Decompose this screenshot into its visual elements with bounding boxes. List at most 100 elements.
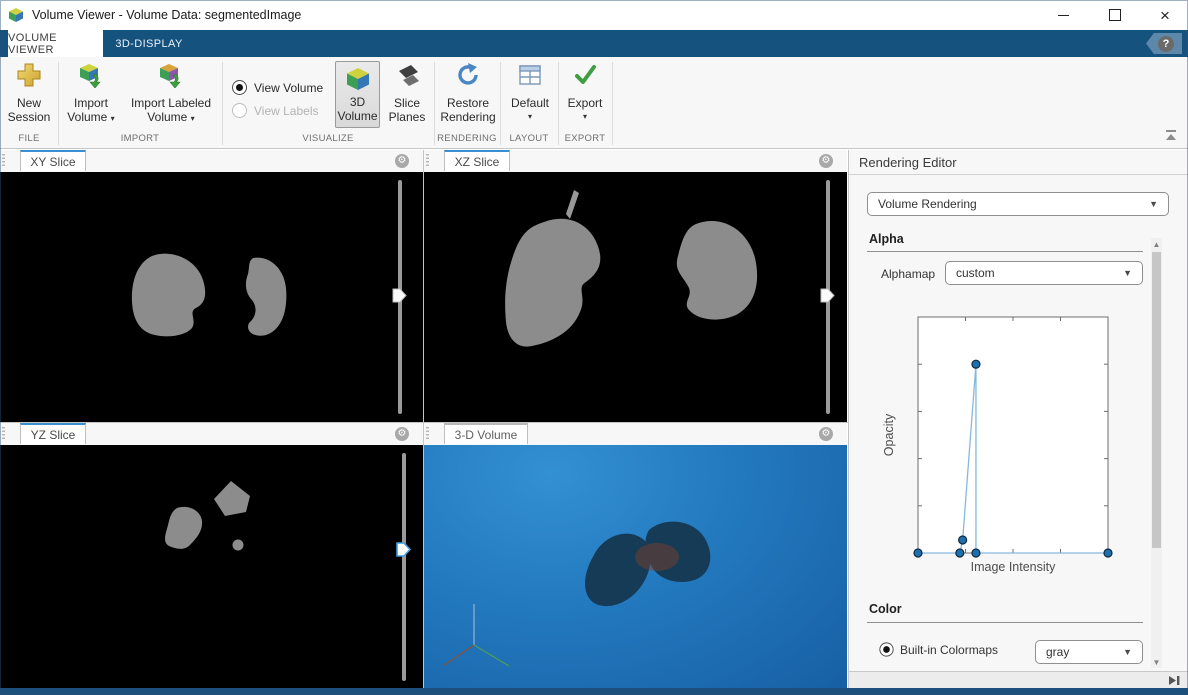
xz-settings-gear-button[interactable]: ⚙	[819, 154, 833, 168]
builtin-colormaps-radio[interactable]: Built-in Colormaps	[879, 642, 998, 657]
xy-slice-tab[interactable]: XY Slice	[20, 150, 86, 171]
restore-rendering-button[interactable]: Restore Rendering	[436, 60, 500, 128]
vol3d-tab[interactable]: 3-D Volume	[444, 423, 528, 444]
import-volume-button[interactable]: Import Volume ▾	[60, 60, 122, 128]
rendering-mode-dropdown[interactable]: Volume Rendering ▼	[867, 192, 1169, 216]
tab-volume-viewer[interactable]: VOLUME VIEWER	[8, 30, 103, 57]
colormap-dropdown[interactable]: gray ▼	[1035, 640, 1143, 664]
gear-icon: ⚙	[398, 429, 407, 439]
xz-slice-tab[interactable]: XZ Slice	[444, 150, 510, 171]
panel-grip[interactable]	[2, 427, 5, 441]
volume-3d-button[interactable]: 3D Volume	[335, 61, 380, 128]
yz-panel-header: YZ Slice ⚙	[0, 423, 423, 446]
minimize-button[interactable]	[1040, 0, 1086, 30]
view-volume-radio[interactable]: View Volume	[232, 80, 323, 95]
yz-settings-gear-button[interactable]: ⚙	[395, 427, 409, 441]
alphamap-dropdown[interactable]: custom ▼	[945, 261, 1143, 285]
slice-planes-button[interactable]: Slice Planes	[382, 60, 432, 128]
collapse-panel-button[interactable]	[1169, 676, 1181, 685]
divider	[849, 174, 1188, 175]
xz-panel-header: XZ Slice ⚙	[424, 150, 847, 173]
vertical-splitter[interactable]	[423, 150, 424, 688]
radio-on-icon	[232, 80, 247, 95]
new-session-button[interactable]: New Session	[6, 60, 52, 128]
vol3d-view[interactable]	[424, 445, 847, 688]
xy-slice-image	[0, 172, 423, 422]
section-rendering: RENDERING	[434, 132, 500, 145]
scrollbar-thumb[interactable]	[1152, 252, 1161, 548]
yz-slice-tab[interactable]: YZ Slice	[20, 423, 86, 444]
alphamap-label: Alphamap	[881, 267, 935, 281]
new-session-plus-icon	[16, 62, 42, 88]
vol3d-settings-gear-button[interactable]: ⚙	[819, 427, 833, 441]
ribbon-tab-strip: VOLUME VIEWER 3D-DISPLAY	[0, 30, 1188, 57]
slice-planes-icon	[395, 63, 421, 89]
xy-panel-header: XY Slice ⚙	[0, 150, 423, 173]
export-check-icon	[573, 63, 597, 87]
panel-grip[interactable]	[2, 154, 5, 168]
vol3d-panel-header: 3-D Volume ⚙	[424, 423, 847, 446]
minimize-icon	[1058, 15, 1069, 16]
default-layout-icon	[518, 63, 542, 87]
section-export: EXPORT	[558, 132, 612, 145]
import-volume-icon	[78, 62, 104, 88]
xy-slice-slider-handle[interactable]	[392, 288, 407, 303]
yz-slice-image	[0, 445, 423, 688]
chevron-down-icon: ▼	[1123, 268, 1132, 278]
chevron-down-icon: ▼	[1123, 647, 1132, 657]
panel-grip[interactable]	[426, 427, 429, 441]
xz-slice-image	[424, 172, 847, 422]
horizontal-splitter[interactable]	[0, 422, 848, 423]
editor-bottom-bar	[849, 671, 1188, 689]
section-layout: LAYOUT	[500, 132, 558, 145]
section-import: IMPORT	[58, 132, 222, 145]
window-bottom-edge	[0, 688, 1188, 695]
close-button[interactable]: ×	[1142, 0, 1188, 30]
xy-settings-gear-button[interactable]: ⚙	[395, 154, 409, 168]
vol3d-rendering-image	[424, 445, 847, 688]
radio-off-icon	[232, 103, 247, 118]
yz-slice-view[interactable]	[0, 445, 423, 688]
dropdown-arrow: ▾	[191, 114, 195, 123]
svg-text:Image Intensity: Image Intensity	[971, 560, 1057, 574]
export-button[interactable]: Export ▾	[560, 60, 610, 128]
svg-text:Opacity: Opacity	[882, 413, 896, 456]
dropdown-arrow: ▾	[504, 112, 556, 121]
dropdown-arrow: ▾	[560, 112, 610, 121]
scroll-down-icon[interactable]: ▼	[1151, 656, 1162, 668]
xz-slice-slider-handle[interactable]	[820, 288, 835, 303]
rendering-editor-title: Rendering Editor	[859, 155, 957, 170]
window-title: Volume Viewer - Volume Data: segmentedIm…	[32, 8, 301, 22]
alphamap-chart[interactable]: Image Intensity Opacity	[879, 312, 1129, 574]
chevron-down-icon: ▼	[1149, 199, 1158, 209]
title-bar: Volume Viewer - Volume Data: segmentedIm…	[0, 0, 1188, 30]
xz-slice-view[interactable]	[424, 172, 847, 422]
rendering-editor-panel: Rendering Editor Volume Rendering ▼ Alph…	[848, 150, 1188, 688]
toolbar-separator	[612, 62, 613, 145]
import-labeled-volume-icon	[158, 62, 184, 88]
yz-slice-slider-handle[interactable]	[396, 542, 411, 557]
gear-icon: ⚙	[822, 429, 831, 439]
collapse-toolstrip-button[interactable]	[1164, 129, 1178, 143]
section-visualize: VISUALIZE	[222, 132, 434, 145]
view-labels-radio[interactable]: View Labels	[232, 103, 319, 118]
axes-orientation-indicator	[443, 604, 509, 666]
divider	[867, 622, 1143, 623]
app-cube-icon	[8, 7, 24, 23]
radio-on-icon	[879, 642, 893, 656]
panel-grip[interactable]	[426, 154, 429, 168]
maximize-button[interactable]	[1092, 0, 1138, 30]
restore-rendering-icon	[455, 62, 481, 88]
help-icon: ?	[1158, 36, 1174, 52]
import-labeled-volume-button[interactable]: Import Labeled Volume ▾	[124, 60, 218, 128]
tab-3d-display[interactable]: 3D-DISPLAY	[103, 30, 195, 57]
close-icon: ×	[1160, 7, 1170, 24]
editor-scrollbar[interactable]: ▲ ▼	[1151, 238, 1162, 668]
default-layout-button[interactable]: Default ▾	[504, 60, 556, 128]
alpha-section-header: Alpha	[869, 232, 904, 246]
gear-icon: ⚙	[822, 156, 831, 166]
color-section-header: Color	[869, 602, 902, 616]
section-file: FILE	[0, 132, 58, 145]
scroll-up-icon[interactable]: ▲	[1151, 238, 1162, 250]
xy-slice-view[interactable]	[0, 172, 423, 422]
